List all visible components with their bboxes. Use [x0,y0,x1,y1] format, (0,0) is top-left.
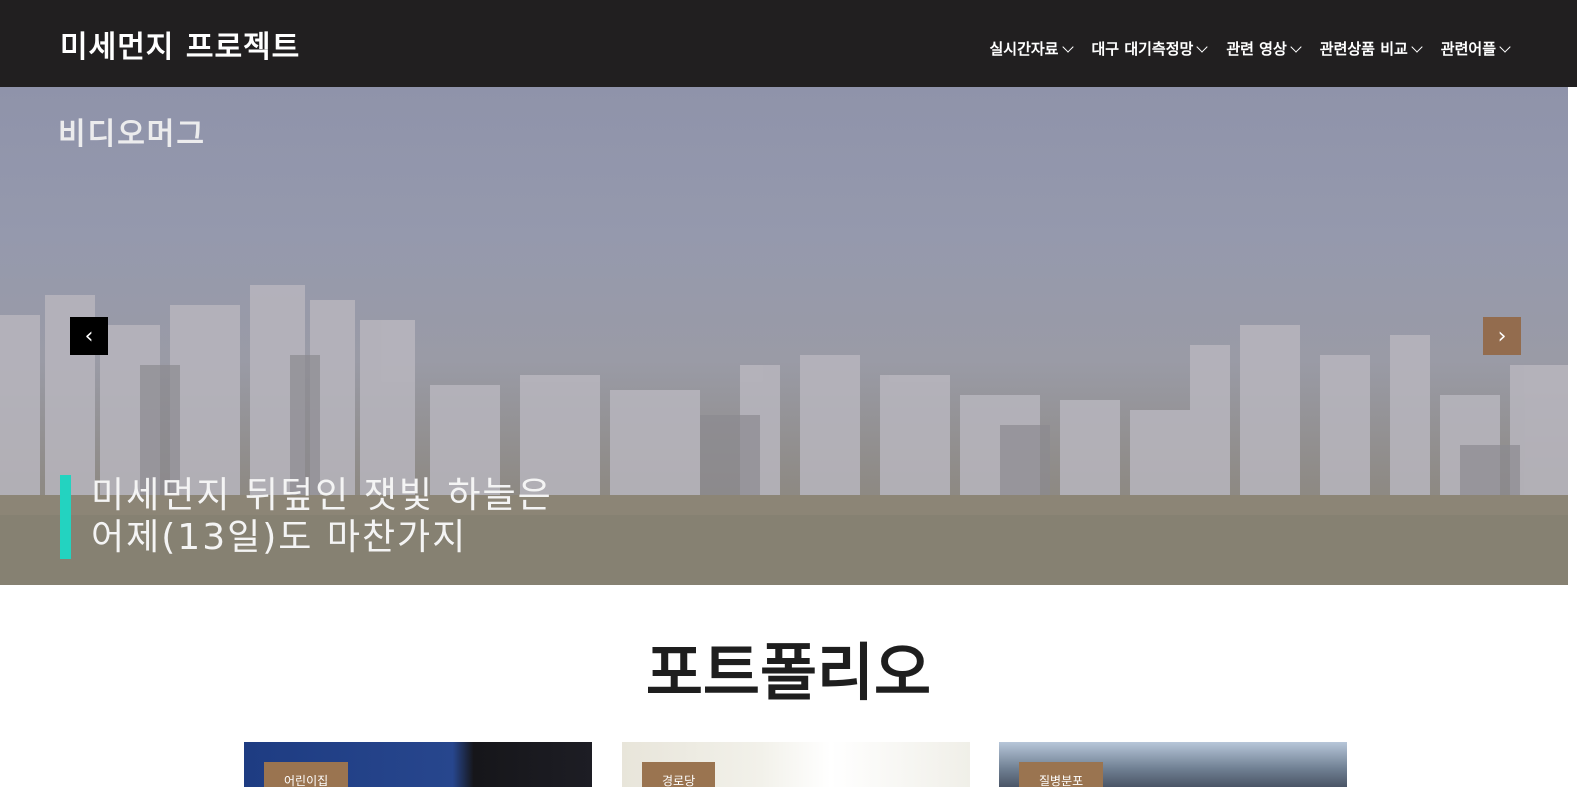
hero-carousel: 비디오머그 미세먼지 뒤덮인 잿빛 하늘은 어제(13일)도 마찬가지 ‹ › [0,87,1568,585]
card-tag: 경로당 [642,762,716,787]
carousel-prev-button[interactable]: ‹ [70,317,108,355]
chevron-down-icon [1499,40,1511,53]
chevron-left-icon: ‹ [84,323,94,349]
menu-item-label: 실시간자료 [989,40,1059,58]
chevron-down-icon [1290,40,1302,53]
card-tag: 질병분포 [1019,762,1104,787]
portfolio-card[interactable]: 어린이집 [244,742,592,787]
top-navbar: 미세먼지 프로젝트 실시간자료 대구 대기측정망 관련 영상 관련상품 비교 관… [0,0,1577,87]
menu-item-label: 관련상품 비교 [1319,40,1408,58]
chevron-down-icon [1196,40,1208,53]
menu-item-realtime[interactable]: 실시간자료 [989,38,1074,59]
caption-line-1: 미세먼지 뒤덮인 잿빛 하늘은 [91,475,553,516]
menu-item-products[interactable]: 관련상품 비교 [1319,38,1423,59]
menu-item-videos[interactable]: 관련 영상 [1226,38,1302,59]
hero-caption: 미세먼지 뒤덮인 잿빛 하늘은 어제(13일)도 마찬가지 [60,475,553,559]
menu-item-label: 대구 대기측정망 [1091,40,1194,58]
portfolio-title: 포트폴리오 [645,636,932,709]
menu-item-label: 관련어플 [1440,40,1496,58]
menu-item-label: 관련 영상 [1226,40,1287,58]
menu-item-apps[interactable]: 관련어플 [1440,38,1511,59]
portfolio-card[interactable]: 경로당 [622,742,970,787]
caption-line-2: 어제(13일)도 마찬가지 [91,517,468,558]
chevron-down-icon [1411,40,1423,53]
main-menu: 실시간자료 대구 대기측정망 관련 영상 관련상품 비교 관련어플 [989,38,1511,59]
chevron-right-icon: › [1497,323,1507,349]
portfolio-card[interactable]: 질병분포 [999,742,1347,787]
menu-item-daegu-network[interactable]: 대구 대기측정망 [1091,38,1208,59]
site-logo[interactable]: 미세먼지 프로젝트 [60,22,300,66]
card-tag: 어린이집 [264,762,349,787]
carousel-next-button[interactable]: › [1483,317,1521,355]
video-watermark: 비디오머그 [58,117,206,152]
chevron-down-icon [1061,40,1074,53]
